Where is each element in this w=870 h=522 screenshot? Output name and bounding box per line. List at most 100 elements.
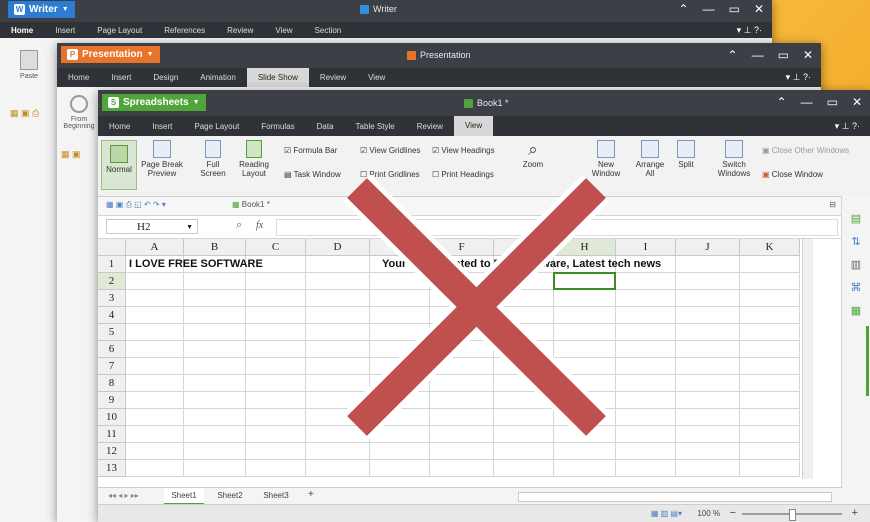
add-sheet-button[interactable]: + (308, 489, 314, 500)
close-icon[interactable]: ✕ (754, 2, 764, 16)
spreadsheet-app-tab[interactable]: S Spreadsheets ▼ (102, 94, 206, 111)
reading-layout-button[interactable]: Reading Layout (234, 140, 274, 178)
cell[interactable] (554, 290, 616, 307)
cell[interactable] (676, 290, 740, 307)
cell[interactable] (370, 273, 430, 290)
cell[interactable] (430, 409, 494, 426)
ribbon-toggle-icon[interactable]: ⊟ (829, 200, 836, 209)
row-header[interactable]: 5 (98, 324, 126, 341)
from-beginning-button[interactable]: From Beginning (61, 95, 97, 130)
cell[interactable] (246, 341, 306, 358)
ss-menu-review[interactable]: Review (406, 122, 454, 131)
formula-input[interactable] (276, 219, 838, 236)
cell[interactable] (246, 443, 306, 460)
cell[interactable] (126, 375, 184, 392)
fx-label[interactable]: fx (256, 220, 263, 231)
backup-icon[interactable]: ▦ (842, 304, 870, 317)
row-header[interactable]: 6 (98, 341, 126, 358)
cell[interactable] (554, 375, 616, 392)
cell[interactable] (306, 341, 370, 358)
close-icon[interactable]: ✕ (852, 95, 862, 109)
row-header[interactable]: 12 (98, 443, 126, 460)
cell[interactable] (126, 273, 184, 290)
quick-access-icons[interactable]: ▦ ▣ ⎙ ◱ ↶ ↷ ▾ (106, 200, 166, 210)
row-header[interactable]: 2 (98, 273, 126, 290)
ss-menu-page-layout[interactable]: Page Layout (183, 122, 250, 131)
cell[interactable] (554, 426, 616, 443)
full-screen-button[interactable]: Full Screen (196, 140, 230, 178)
cell[interactable] (494, 341, 554, 358)
cell[interactable] (306, 392, 370, 409)
cell[interactable] (306, 290, 370, 307)
cell[interactable] (370, 409, 430, 426)
cell[interactable] (676, 256, 740, 273)
close-icon[interactable]: ✕ (803, 48, 813, 62)
zoom-button[interactable]: ⌕ Zoom (518, 140, 548, 169)
cell[interactable] (430, 273, 494, 290)
cell[interactable] (494, 460, 554, 477)
print-gridlines-toggle[interactable]: ☐ Print Gridlines (360, 170, 420, 179)
cell[interactable] (246, 290, 306, 307)
cell[interactable] (494, 358, 554, 375)
cell[interactable] (246, 392, 306, 409)
cell[interactable] (740, 273, 800, 290)
cell[interactable] (246, 460, 306, 477)
cell[interactable] (494, 273, 554, 290)
cell[interactable] (616, 443, 676, 460)
ss-menu-data[interactable]: Data (306, 122, 345, 131)
restore-icon[interactable]: ⌃ (728, 48, 738, 62)
cell[interactable] (306, 273, 370, 290)
row-header[interactable]: 4 (98, 307, 126, 324)
cell[interactable] (494, 426, 554, 443)
spreadsheet-help-icons[interactable]: ▾ ⊥ ?· (835, 121, 860, 132)
arrange-all-button[interactable]: Arrange All (632, 140, 668, 178)
cell[interactable] (430, 375, 494, 392)
writer-menu-insert[interactable]: Insert (44, 26, 86, 35)
new-window-button[interactable]: New Window (588, 140, 624, 178)
cell[interactable] (740, 460, 800, 477)
cell[interactable] (126, 443, 184, 460)
cell[interactable] (246, 409, 306, 426)
minimize-icon[interactable]: — (752, 48, 764, 62)
cell[interactable] (676, 341, 740, 358)
ss-menu-view[interactable]: View (453, 116, 494, 136)
formula-bar-toggle[interactable]: ☑ Formula Bar (284, 146, 337, 155)
cell[interactable] (246, 426, 306, 443)
minimize-icon[interactable]: — (703, 2, 715, 16)
cell[interactable] (184, 358, 246, 375)
cell[interactable] (430, 392, 494, 409)
format-icon[interactable]: ▥ (842, 258, 870, 271)
writer-menu-view[interactable]: View (264, 26, 303, 35)
cell[interactable] (370, 307, 430, 324)
pres-menu-insert[interactable]: Insert (100, 73, 142, 82)
view-headings-toggle[interactable]: ☑ View Headings (432, 146, 495, 155)
cell[interactable] (740, 375, 800, 392)
pres-menu-home[interactable]: Home (57, 73, 100, 82)
cell[interactable] (740, 358, 800, 375)
close-other-windows-button[interactable]: ▣ Close Other Windows (762, 146, 849, 155)
sheet-grid[interactable]: A B C D E F G H I J K 1 2 3 4 5 6 7 8 9 10 11 12 13 I LOVE FREE … (98, 239, 820, 479)
cell[interactable] (740, 409, 800, 426)
cell[interactable] (676, 392, 740, 409)
cell[interactable] (246, 307, 306, 324)
cell[interactable] (676, 460, 740, 477)
cell[interactable] (370, 341, 430, 358)
pres-menu-animation[interactable]: Animation (189, 73, 247, 82)
cell[interactable] (494, 307, 554, 324)
row-header[interactable]: 9 (98, 392, 126, 409)
cell[interactable] (184, 375, 246, 392)
shapes-icon[interactable]: ⌘ (842, 281, 870, 294)
cell[interactable] (306, 358, 370, 375)
cell[interactable] (676, 324, 740, 341)
cell-a1-text[interactable]: I LOVE FREE SOFTWARE (129, 258, 263, 270)
selected-cell-h2[interactable] (553, 272, 616, 290)
cell[interactable] (370, 443, 430, 460)
maximize-icon[interactable]: ▭ (827, 95, 838, 109)
doc-tab[interactable]: ▦ Book1 * (232, 200, 270, 209)
cell[interactable] (616, 324, 676, 341)
pres-menu-view[interactable]: View (357, 73, 396, 82)
cell[interactable] (740, 307, 800, 324)
column-header[interactable]: B (184, 239, 246, 256)
zoom-slider-thumb[interactable] (789, 509, 796, 521)
cell[interactable] (246, 358, 306, 375)
